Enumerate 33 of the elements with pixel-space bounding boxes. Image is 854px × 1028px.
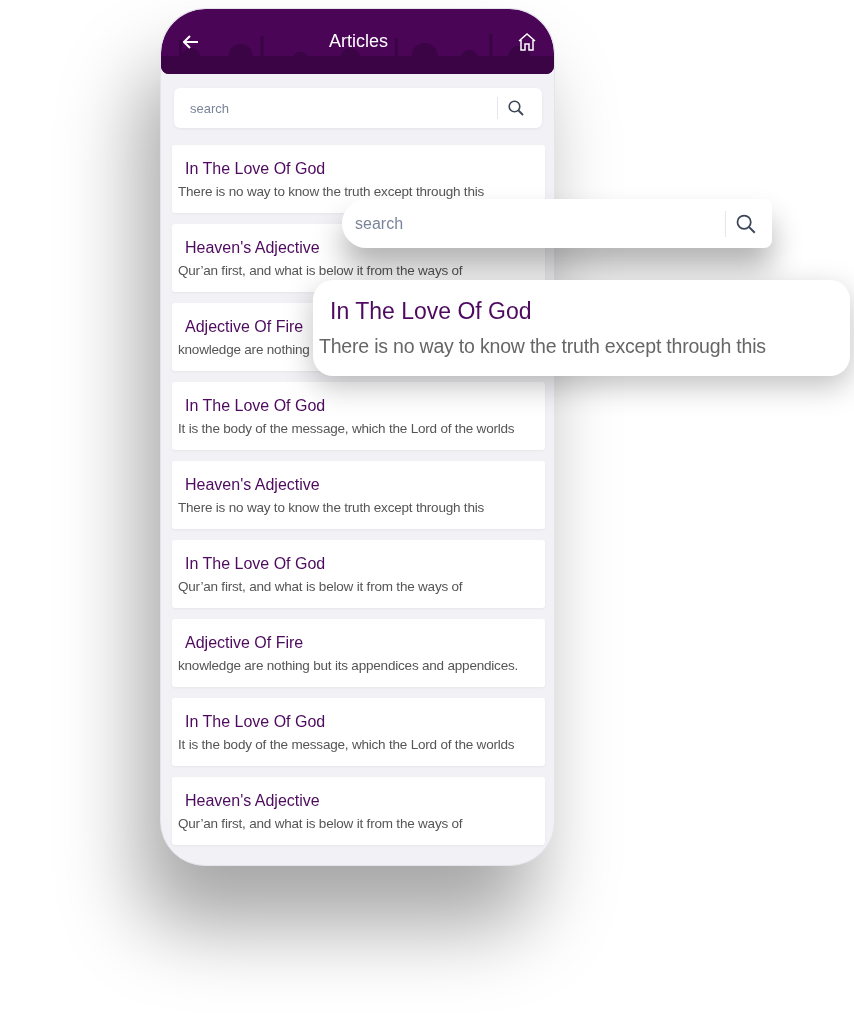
article-excerpt: Qur’an first, and what is below it from the ways of xyxy=(178,578,463,594)
article-title: Heaven's Adjective xyxy=(184,791,320,810)
search-icon[interactable] xyxy=(508,100,524,116)
search-input[interactable]: search xyxy=(188,99,497,117)
article-excerpt: There is no way to know the truth except through this xyxy=(178,499,485,515)
article-title: In The Love Of God xyxy=(184,712,326,731)
article-card[interactable]: Heaven's Adjective Qur’an first, and what is below it from the ways of xyxy=(172,777,545,845)
screen-title: Articles xyxy=(329,31,388,52)
article-card[interactable]: In The Love Of God Qur’an first, and what is below it from the ways of xyxy=(172,540,545,608)
article-excerpt: It is the body of the message, which the Lord of the worlds xyxy=(178,736,515,752)
search-field[interactable]: search xyxy=(174,88,542,128)
article-excerpt: There is no way to know the truth except through this xyxy=(178,183,485,199)
article-excerpt: knowledge are nothing but its appendices and appendices. xyxy=(178,657,519,673)
article-excerpt: Qur’an first, and what is below it from the ways of xyxy=(178,262,463,278)
article-title: Adjective Of Fire xyxy=(184,633,304,652)
article-card[interactable]: Heaven's Adjective There is no way to know the truth except through this xyxy=(172,461,545,529)
search-icon[interactable] xyxy=(736,213,756,234)
article-excerpt: knowledge are nothing xyxy=(178,341,310,357)
article-title: In The Love Of God xyxy=(329,298,532,325)
article-excerpt: Qur’an first, and what is below it from the ways of xyxy=(178,815,463,831)
article-card[interactable]: In The Love Of God It is the body of the message, which the Lord of the worlds xyxy=(172,698,545,766)
article-card[interactable]: In The Love Of God It is the body of the message, which the Lord of the worlds xyxy=(172,382,545,450)
article-title: Heaven's Adjective xyxy=(184,238,320,257)
article-title: In The Love Of God xyxy=(184,396,326,415)
article-title: In The Love Of God xyxy=(184,554,326,573)
home-icon xyxy=(518,32,536,51)
article-title: In The Love Of God xyxy=(184,159,326,178)
back-arrow-icon xyxy=(183,34,199,49)
article-card[interactable]: Adjective Of Fire knowledge are nothing but its appendices and appendices. xyxy=(172,619,545,687)
article-title: Heaven's Adjective xyxy=(184,475,320,494)
article-excerpt: There is no way to know the truth except through this xyxy=(319,335,766,358)
article-excerpt: It is the body of the message, which the Lord of the worlds xyxy=(178,420,515,436)
article-title: Adjective Of Fire xyxy=(184,317,304,336)
